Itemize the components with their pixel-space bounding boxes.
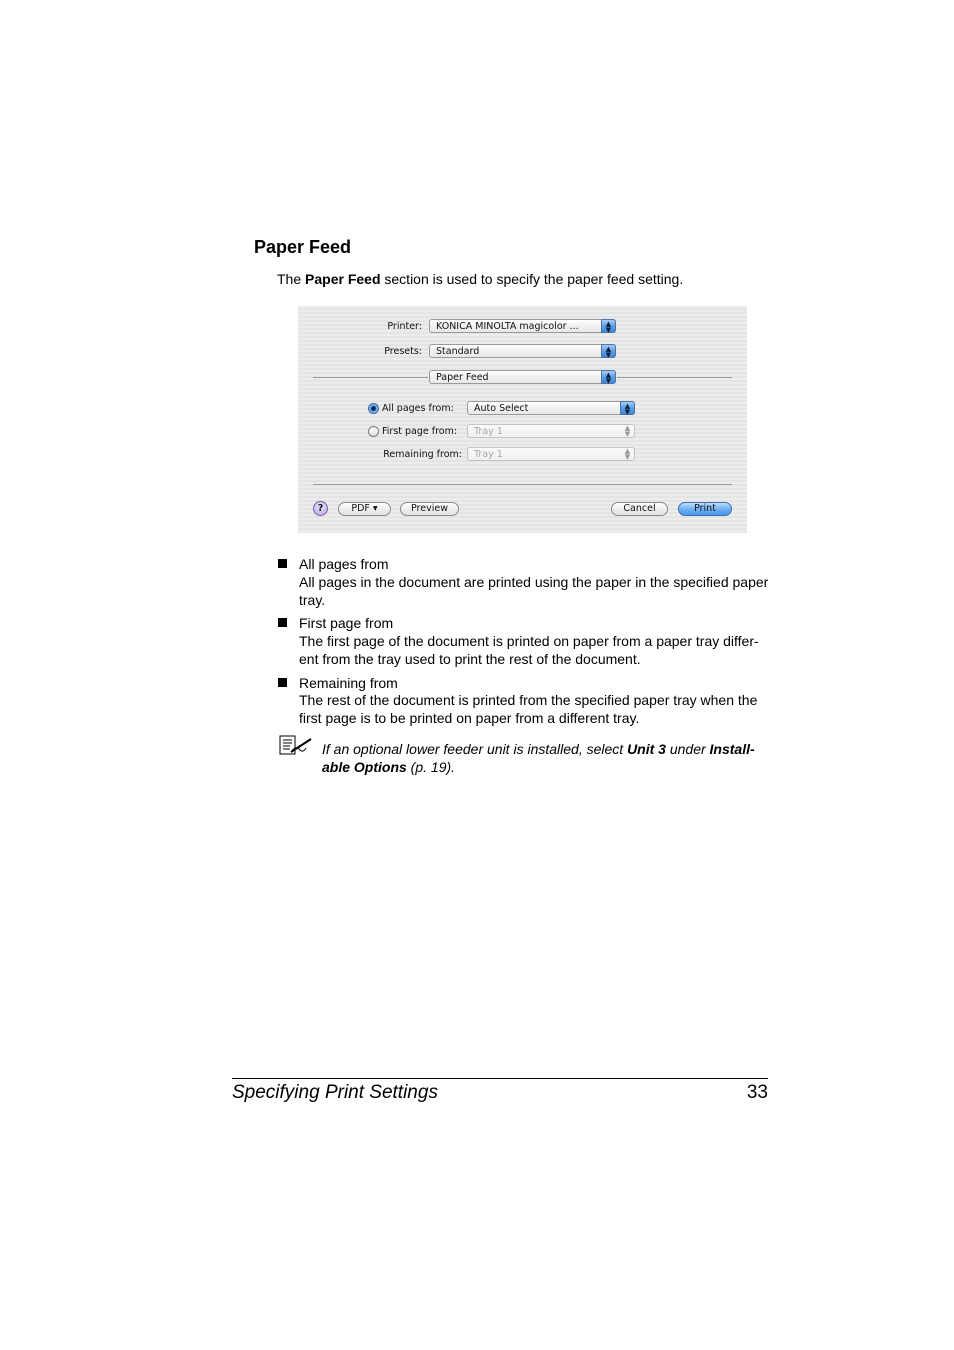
remaining-label: Remaining from: (383, 449, 462, 460)
bullet-icon (278, 559, 287, 568)
help-button[interactable]: ? (313, 501, 328, 516)
page-number: 33 (746, 1082, 768, 1103)
printer-value: KONICA MINOLTA magicolor ... (436, 321, 579, 332)
cancel-button[interactable]: Cancel (611, 502, 668, 516)
note-part: If an optional lower feeder unit is inst… (322, 741, 628, 757)
all-pages-label: All pages from: (382, 403, 454, 414)
first-page-value: Tray 1 (474, 426, 503, 437)
note-bold: Unit 3 (627, 741, 666, 757)
all-pages-radio[interactable] (368, 403, 379, 414)
presets-value: Standard (436, 346, 480, 357)
bullet-title: All pages from (299, 556, 389, 572)
popup-arrows-icon: ▲ ▼ (601, 344, 616, 359)
presets-select[interactable]: Standard ▲ ▼ (429, 344, 616, 359)
remaining-value: Tray 1 (474, 449, 503, 460)
all-pages-value: Auto Select (474, 403, 529, 414)
footer-rule (232, 1078, 768, 1079)
panel-select[interactable]: Paper Feed ▲ ▼ (429, 370, 616, 385)
note-pencil-icon (279, 735, 312, 755)
popup-arrows-icon: ▲ ▼ (624, 424, 631, 438)
bullet-description: The first page of the document is printe… (299, 633, 759, 667)
separator-left (313, 377, 428, 378)
footer-title: Specifying Print Settings (232, 1082, 438, 1103)
print-button[interactable]: Print (678, 502, 732, 516)
intro-bold: Paper Feed (305, 271, 381, 287)
popup-arrows-icon: ▲ ▼ (601, 370, 616, 385)
printer-label: Printer: (387, 321, 422, 332)
first-page-select[interactable]: Tray 1 ▲ ▼ (467, 424, 635, 438)
bullet-icon (278, 678, 287, 687)
bullet-title: First page from (299, 615, 394, 631)
preview-button[interactable]: Preview (400, 502, 459, 516)
popup-arrows-icon: ▲ ▼ (601, 319, 616, 334)
remaining-select[interactable]: Tray 1 ▲ ▼ (467, 447, 635, 461)
intro-text: The (277, 271, 306, 287)
panel-value: Paper Feed (436, 372, 489, 383)
bullet-description: All pages in the document are printed us… (299, 574, 769, 608)
button-separator (313, 484, 732, 485)
note-text: If an optional lower feeder unit is inst… (322, 740, 772, 776)
intro-paragraph: The Paper Feed section is used to specif… (277, 271, 683, 287)
bullet-icon (278, 618, 287, 627)
print-dialog-screenshot: Printer: KONICA MINOLTA magicolor ... ▲ ▼… (298, 306, 747, 533)
popup-arrows-icon: ▲ ▼ (620, 401, 635, 416)
note-part: under (665, 741, 710, 757)
note-part: (p. 19). (406, 759, 456, 775)
intro-text-end: section is used to specify the paper fee… (380, 271, 684, 287)
section-heading: Paper Feed (254, 237, 352, 257)
bullet-title: Remaining from (299, 675, 398, 691)
separator-right (617, 377, 732, 378)
first-page-radio[interactable] (368, 426, 379, 437)
all-pages-select[interactable]: Auto Select ▲ ▼ (467, 401, 635, 416)
popup-arrows-icon: ▲ ▼ (624, 447, 631, 461)
first-page-label: First page from: (382, 426, 458, 437)
printer-select[interactable]: KONICA MINOLTA magicolor ... ▲ ▼ (429, 319, 616, 334)
bullet-description: The rest of the document is printed from… (299, 692, 758, 726)
pdf-button[interactable]: PDF ▾ (338, 502, 391, 516)
presets-label: Presets: (384, 346, 422, 357)
